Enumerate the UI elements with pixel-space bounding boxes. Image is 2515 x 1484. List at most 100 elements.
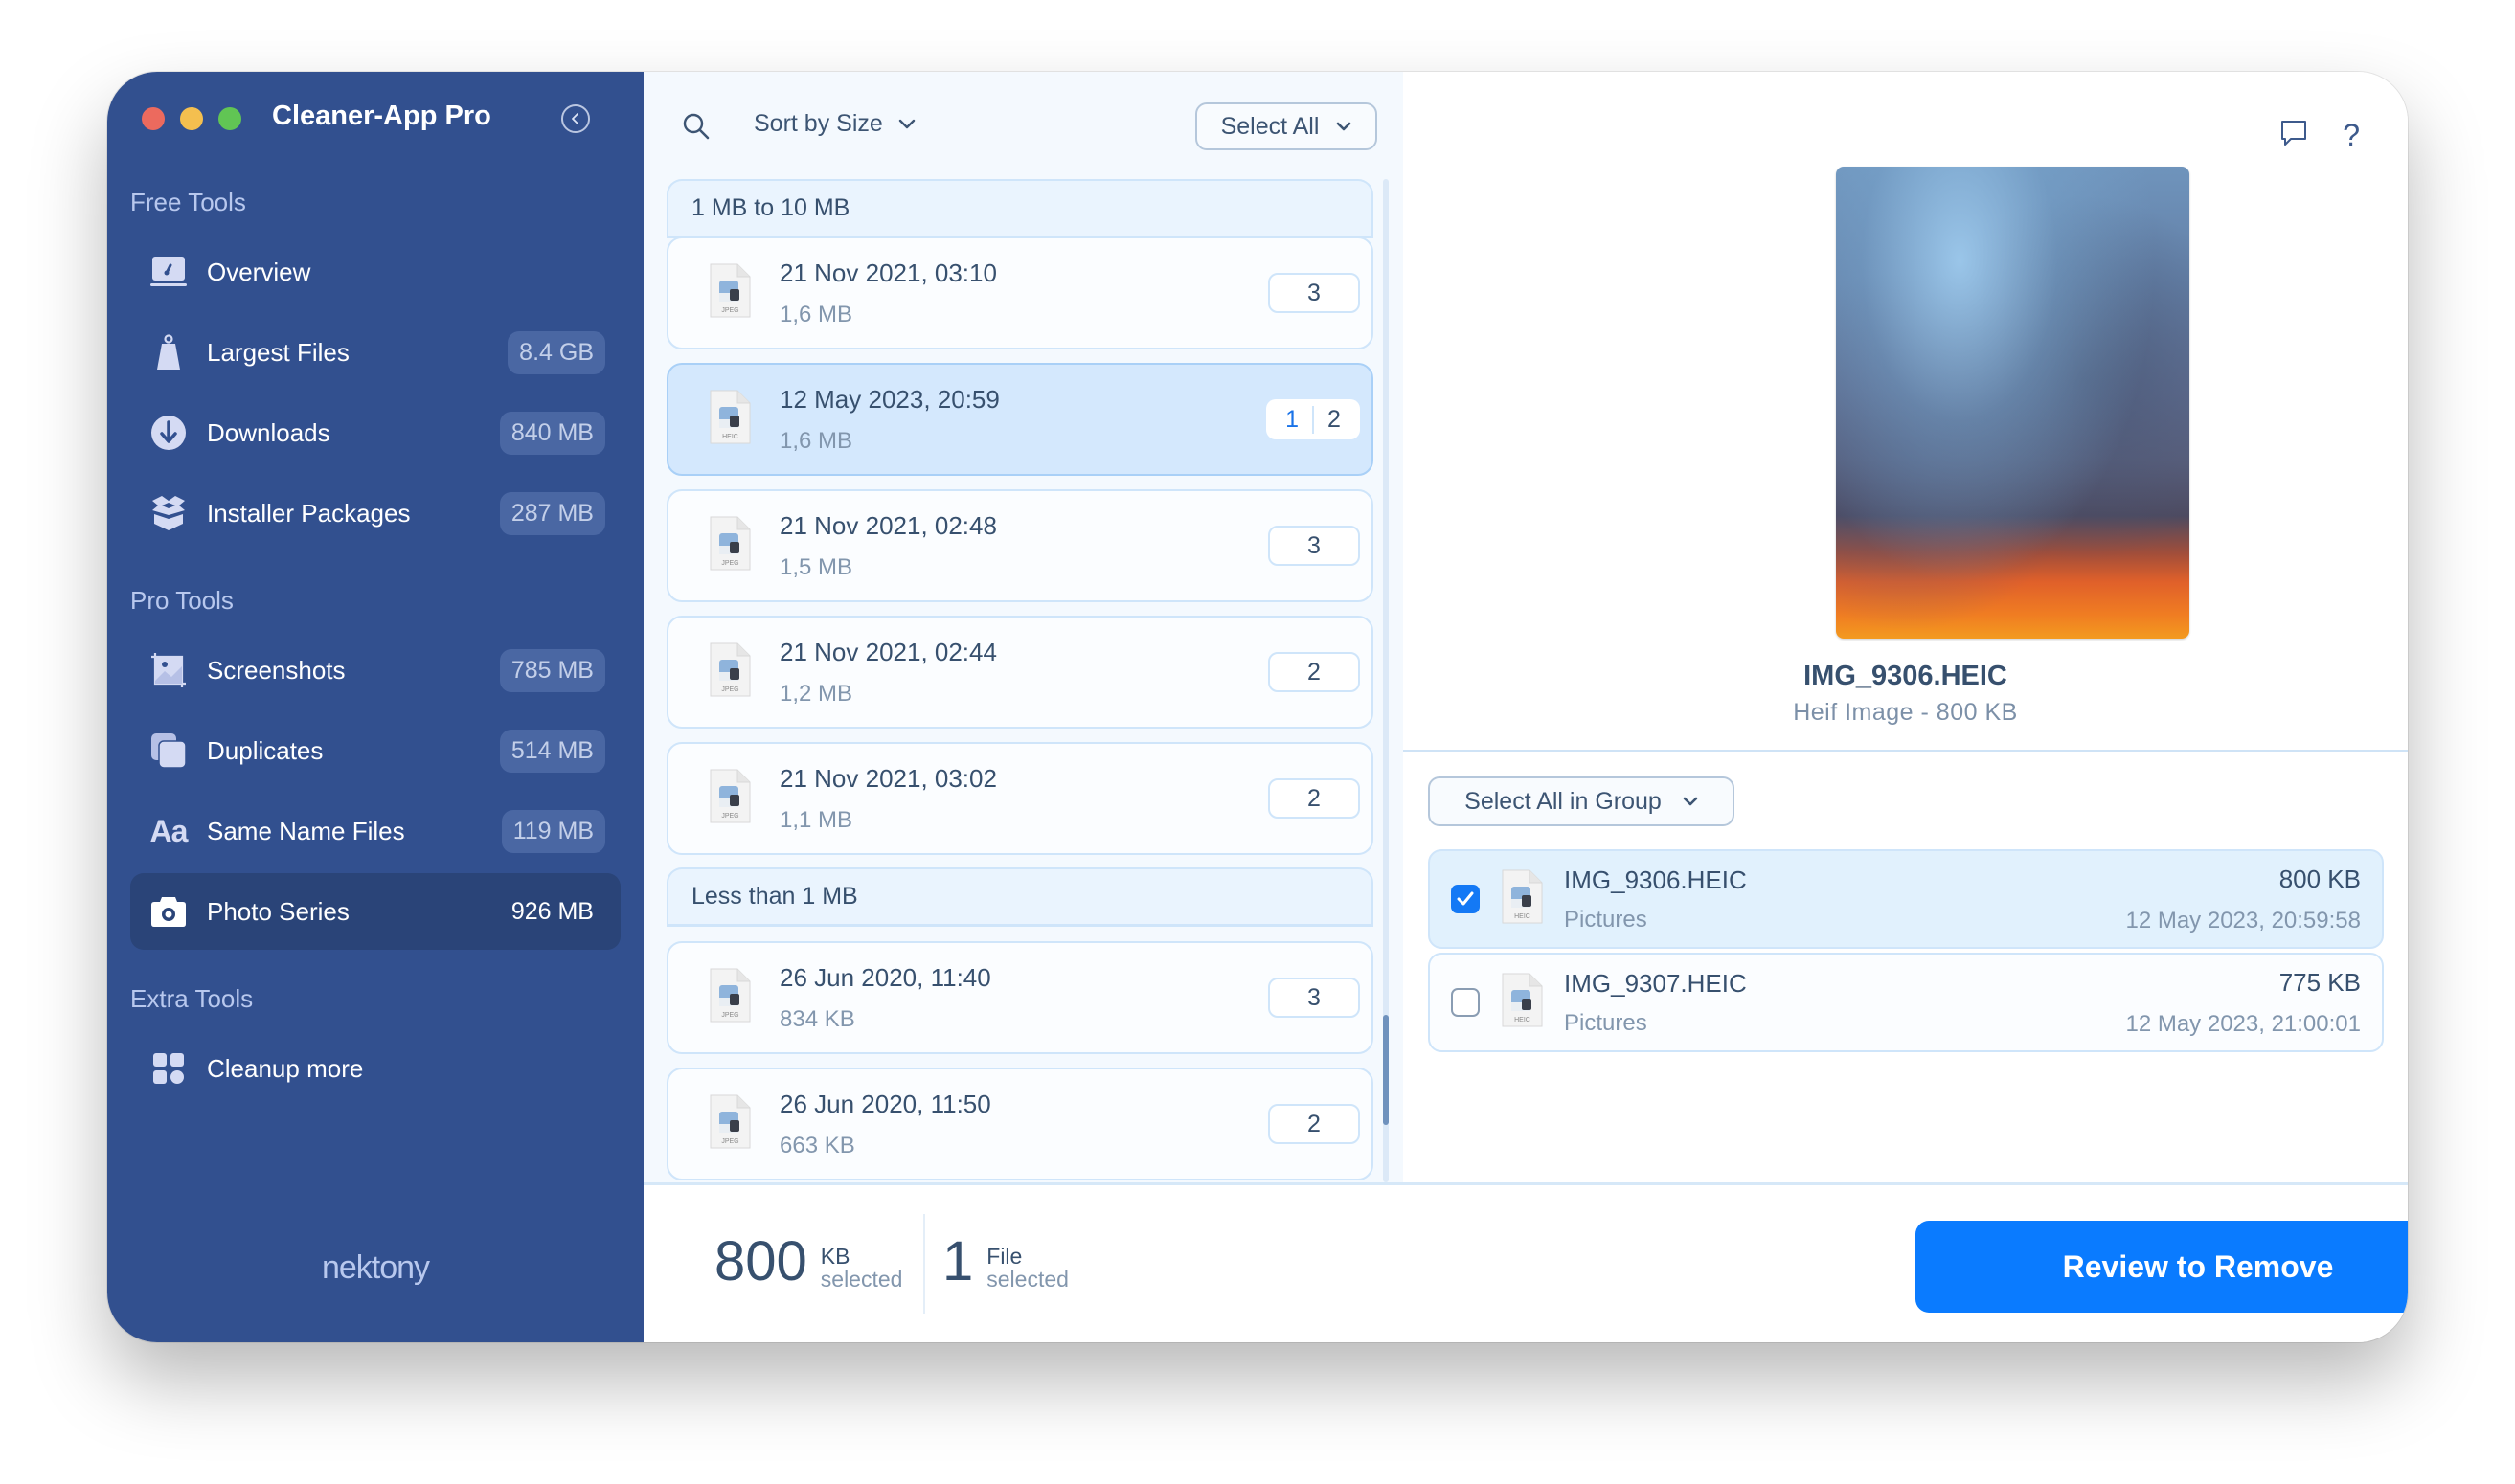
series-row-selected[interactable]: HEIC 12 May 2023, 20:59 1,6 MB 1 2 <box>667 363 1373 476</box>
preview-panel: ? IMG_9306.HEIC Heif Image - 800 KB Sele… <box>1403 72 2408 1182</box>
series-size: 1,5 MB <box>780 553 853 580</box>
series-date: 26 Jun 2020, 11:40 <box>780 962 991 992</box>
select-all-in-group-dropdown[interactable]: Select All in Group <box>1428 776 1734 826</box>
select-all-label: Select All <box>1220 112 1320 140</box>
sidebar-item-label: Largest Files <box>207 337 350 367</box>
photo-count: 1 2 <box>1266 399 1360 439</box>
count-value: 2 <box>1307 1110 1321 1137</box>
size-badge: 840 MB <box>499 411 605 455</box>
sort-label: Sort by Size <box>754 110 883 137</box>
sort-dropdown[interactable]: Sort by Size <box>754 110 916 138</box>
selected-files-stat: 1 File selected <box>942 1233 1069 1292</box>
file-location: Pictures <box>1564 906 1647 933</box>
sidebar-item-label: Installer Packages <box>207 498 411 528</box>
file-date: 12 May 2023, 20:59:58 <box>2125 907 2361 933</box>
group-header: Less than 1 MB <box>667 867 1373 927</box>
sidebar-item-photo-series[interactable]: Photo Series 926 MB <box>130 873 621 950</box>
jpeg-file-icon: JPEG <box>707 968 751 1028</box>
sidebar-item-label: Downloads <box>207 417 330 447</box>
minimize-window-button[interactable] <box>180 107 203 130</box>
series-row[interactable]: JPEG 26 Jun 2020, 11:50 663 KB 2 <box>667 1068 1373 1180</box>
search-icon[interactable] <box>682 112 711 146</box>
sidebar-item-largest-files[interactable]: Largest Files 8.4 GB <box>130 314 621 391</box>
file-name: IMG_9307.HEIC <box>1564 968 1747 998</box>
series-date: 21 Nov 2021, 02:44 <box>780 637 997 666</box>
series-date: 21 Nov 2021, 03:10 <box>780 258 997 287</box>
nektony-logo: nektony <box>321 1249 430 1286</box>
photo-count: 2 <box>1268 652 1360 692</box>
divider <box>923 1214 925 1314</box>
selected-count: 1 <box>1272 405 1314 434</box>
svg-text:HEIC: HEIC <box>1514 1017 1530 1023</box>
series-row[interactable]: JPEG 21 Nov 2021, 02:44 1,2 MB 2 <box>667 616 1373 729</box>
section-label-extra-tools: Extra Tools <box>130 984 254 1013</box>
section-label-free-tools: Free Tools <box>130 188 246 216</box>
top-actions: ? <box>2279 118 2360 153</box>
series-date: 12 May 2023, 20:59 <box>780 384 1000 414</box>
grid-icon <box>149 1049 188 1088</box>
jpeg-file-icon: JPEG <box>707 642 751 703</box>
font-aa-icon: Aa <box>149 813 189 848</box>
photo-count: 2 <box>1268 778 1360 819</box>
heic-file-icon: HEIC <box>1499 869 1543 930</box>
app-window: Cleaner-App Pro Free Tools Overview Larg… <box>107 72 2408 1342</box>
sidebar-item-same-name-files[interactable]: Aa Same Name Files 119 MB <box>130 793 621 869</box>
series-size: 1,6 MB <box>780 427 853 454</box>
series-row[interactable]: JPEG 21 Nov 2021, 03:02 1,1 MB 2 <box>667 742 1373 855</box>
close-window-button[interactable] <box>142 107 165 130</box>
sidebar-item-installer-packages[interactable]: Installer Packages 287 MB <box>130 475 621 551</box>
duplicates-icon <box>149 731 188 770</box>
jpeg-file-icon: JPEG <box>707 263 751 324</box>
series-size: 1,2 MB <box>780 680 853 707</box>
sidebar-item-duplicates[interactable]: Duplicates 514 MB <box>130 712 621 789</box>
sidebar-item-label: Overview <box>207 257 311 286</box>
svg-text:JPEG: JPEG <box>721 1012 738 1019</box>
series-date: 21 Nov 2021, 02:48 <box>780 510 997 540</box>
selected-size-value: 800 <box>714 1230 807 1293</box>
window-controls <box>142 107 241 130</box>
file-checkbox[interactable] <box>1451 885 1480 913</box>
series-size: 1,6 MB <box>780 301 853 327</box>
overview-gauge-icon <box>149 253 188 291</box>
series-row[interactable]: JPEG 26 Jun 2020, 11:40 834 KB 3 <box>667 941 1373 1054</box>
sidebar-item-downloads[interactable]: Downloads 840 MB <box>130 394 621 471</box>
size-badge: 119 MB <box>501 809 605 853</box>
sidebar-item-overview[interactable]: Overview <box>130 234 621 310</box>
app-title: Cleaner-App Pro <box>272 101 491 131</box>
photo-series-list-panel: Sort by Size Select All 1 MB to 10 MB JP… <box>644 72 1405 1182</box>
help-question-icon[interactable]: ? <box>2343 118 2360 153</box>
count-value: 3 <box>1307 279 1321 306</box>
series-row[interactable]: JPEG 21 Nov 2021, 03:10 1,6 MB 3 <box>667 236 1373 349</box>
size-badge: 8.4 GB <box>508 330 605 374</box>
divider <box>1403 750 2408 752</box>
sidebar: Cleaner-App Pro Free Tools Overview Larg… <box>107 72 644 1342</box>
size-badge: 287 MB <box>499 491 605 535</box>
series-date: 26 Jun 2020, 11:50 <box>780 1089 991 1118</box>
svg-text:JPEG: JPEG <box>721 307 738 314</box>
selected-files-unit: File <box>986 1244 1023 1269</box>
series-size: 1,1 MB <box>780 806 853 833</box>
file-row[interactable]: HEIC IMG_9307.HEIC Pictures 775 KB 12 Ma… <box>1428 953 2384 1052</box>
chevron-down-icon <box>1683 797 1698 806</box>
photo-count: 3 <box>1268 978 1360 1018</box>
photo-count: 3 <box>1268 273 1360 313</box>
feedback-chat-icon[interactable] <box>2279 119 2308 152</box>
selected-size-unit: KB <box>820 1244 850 1269</box>
sidebar-item-label: Cleanup more <box>207 1053 364 1083</box>
select-all-dropdown[interactable]: Select All <box>1195 102 1377 150</box>
sidebar-item-cleanup-more[interactable]: Cleanup more <box>130 1030 621 1107</box>
collapse-sidebar-button[interactable] <box>561 104 590 133</box>
jpeg-file-icon: JPEG <box>707 769 751 829</box>
download-circle-icon <box>149 414 188 452</box>
count-value: 2 <box>1327 405 1341 433</box>
list-scrollbar-thumb[interactable] <box>1383 1015 1389 1125</box>
file-checkbox[interactable] <box>1451 988 1480 1017</box>
zoom-window-button[interactable] <box>218 107 241 130</box>
heic-file-icon: HEIC <box>1499 973 1543 1033</box>
file-row[interactable]: HEIC IMG_9306.HEIC Pictures 800 KB 12 Ma… <box>1428 849 2384 949</box>
series-row[interactable]: JPEG 21 Nov 2021, 02:48 1,5 MB 3 <box>667 489 1373 602</box>
series-size: 834 KB <box>780 1005 855 1032</box>
count-value: 3 <box>1307 531 1321 559</box>
review-to-remove-button[interactable]: Review to Remove <box>1915 1221 2408 1313</box>
sidebar-item-screenshots[interactable]: Screenshots 785 MB <box>130 632 621 708</box>
